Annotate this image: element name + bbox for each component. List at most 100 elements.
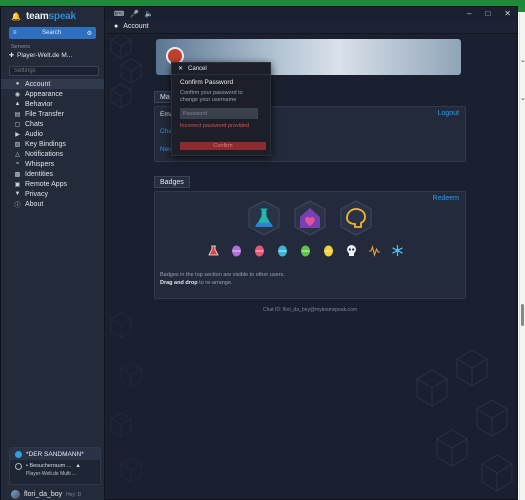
avatar[interactable]	[11, 490, 20, 499]
badge-visibility-note: Badges in the top section are visible to…	[160, 272, 285, 278]
plus-icon[interactable]: ✚	[9, 52, 14, 59]
user-row[interactable]: flori_da_boy Hey :D	[11, 490, 81, 499]
search-bar[interactable]: ≡ Search ⚙	[9, 27, 96, 39]
egg-yellow-badge-icon[interactable]	[322, 244, 335, 257]
behavior-icon: ▲	[14, 101, 21, 107]
id-icon: ▩	[14, 171, 21, 178]
badges-panel: Redeem Badges in the top section are vis…	[154, 191, 466, 299]
toolbar: ⌨ 🎤 🔈	[106, 7, 517, 20]
settings-filter-input[interactable]	[9, 66, 99, 76]
server-label: Player-Welt.de Multi ...	[26, 471, 77, 477]
menu-icon[interactable]: ≡	[13, 30, 17, 36]
badge-rearrange-note: Drag and drop to re-arrange.	[160, 280, 233, 286]
redeem-link[interactable]: Redeem	[433, 195, 459, 202]
sidebar-item-remote-apps[interactable]: ▣ Remote Apps	[1, 179, 104, 189]
speaker-icon: ▶	[15, 131, 20, 138]
user-icon: ●	[114, 23, 119, 30]
sub-channel-name: • Besucherraum ...	[26, 463, 72, 469]
server-name: Player-Welt.de M...	[17, 52, 73, 59]
username: flori_da_boy	[24, 491, 63, 498]
keyboard-icon: ▧	[14, 141, 21, 148]
bell-icon[interactable]: 🔔	[11, 12, 21, 21]
maximize-icon[interactable]: □	[485, 9, 490, 18]
connection-panel[interactable]: *DER SANDMANN* • Besucherraum ... ▲ Play…	[9, 447, 101, 485]
brain-badge-icon[interactable]	[339, 200, 373, 236]
badges-section-title: Badges	[154, 176, 190, 188]
dialog-title: Confirm Password	[180, 79, 234, 86]
skull-badge-icon[interactable]	[345, 244, 358, 257]
settings-menu: ● Account ◉ Appearance ▲ Behavior ▤ File…	[1, 79, 104, 209]
password-input[interactable]	[180, 108, 258, 119]
sidebar-item-about[interactable]: ⓘ About	[1, 199, 104, 209]
chevron-up-icon[interactable]: ▲	[75, 463, 80, 470]
close-icon[interactable]: ✕	[504, 9, 511, 18]
heart-house-badge-icon[interactable]	[293, 200, 327, 236]
page-header: ● Account	[106, 20, 517, 34]
close-icon[interactable]: ✕	[178, 65, 183, 72]
chat-icon: ▢	[14, 121, 21, 128]
whisper-icon: ≈	[15, 161, 20, 167]
user-status: Hey :D	[66, 491, 82, 498]
dialog-header: ✕ Cancel	[172, 63, 270, 75]
egg-purple-badge-icon[interactable]	[230, 244, 243, 257]
sidebar-item-whispers[interactable]: ≈ Whispers	[1, 159, 104, 169]
shield-icon: ▼	[14, 191, 21, 197]
logout-link[interactable]: Logout	[438, 110, 459, 117]
browser-background-edge: ⌄ ⌄	[519, 12, 525, 500]
logo: teamspeak	[26, 10, 76, 22]
server-item[interactable]: ✚ Player-Welt.de M...	[1, 50, 104, 59]
keyboard-icon[interactable]: ⌨	[114, 10, 124, 18]
cancel-button[interactable]: Cancel	[188, 66, 207, 72]
flask-badge-icon[interactable]	[247, 200, 281, 236]
palette-icon: ◉	[14, 91, 21, 98]
error-message: Incorrect password provided	[180, 123, 250, 129]
cube-pattern-decoration	[110, 35, 142, 109]
logo-row: 🔔 teamspeak	[1, 7, 104, 25]
cube-pattern-decoration	[110, 312, 142, 483]
teamspeak-window: 🔔 teamspeak ≡ Search ⚙ Servers ✚ Player-…	[0, 6, 518, 500]
soundwave-badge-icon[interactable]	[368, 244, 381, 257]
page-title: Account	[123, 23, 149, 30]
channel-name: *DER SANDMANN*	[26, 450, 84, 458]
scrollbar[interactable]	[521, 304, 524, 326]
sidebar-item-file-transfer[interactable]: ▤ File Transfer	[1, 109, 104, 119]
badge-list	[207, 244, 404, 257]
file-icon: ▤	[14, 111, 21, 118]
chevron-down-icon: ⌄	[520, 95, 525, 102]
servers-label: Servers	[11, 44, 30, 50]
microphone-icon[interactable]: 🎤	[130, 10, 139, 18]
sidebar-item-audio[interactable]: ▶ Audio	[1, 129, 104, 139]
sub-channel-row[interactable]: • Besucherraum ... ▲	[10, 460, 100, 470]
speaker-icon[interactable]: 🔈	[145, 10, 154, 18]
user-icon: ●	[15, 81, 20, 87]
egg-cyan-badge-icon[interactable]	[276, 244, 289, 257]
status-dot-icon	[15, 450, 22, 458]
chevron-down-icon: ⌄	[520, 57, 525, 64]
sidebar-item-identities[interactable]: ▩ Identities	[1, 169, 104, 179]
info-icon: ⓘ	[14, 202, 21, 209]
snowflake-badge-icon[interactable]	[391, 244, 404, 257]
channel-row[interactable]: *DER SANDMANN*	[10, 448, 100, 460]
sidebar-item-notifications[interactable]: △ Notifications	[1, 149, 104, 159]
dialog-description: Confirm your password to change your use…	[180, 90, 243, 103]
sidebar-item-account[interactable]: ● Account	[1, 79, 104, 89]
main-content: Ma Ema Logout Cha New Recovery Key Badge…	[106, 35, 517, 499]
confirm-button[interactable]: Confirm	[180, 142, 266, 150]
search-input[interactable]: Search	[42, 30, 61, 36]
bell-icon: △	[15, 151, 20, 158]
flask-small-badge-icon[interactable]	[207, 244, 220, 257]
gear-icon[interactable]: ⚙	[87, 30, 92, 37]
sidebar-item-key-bindings[interactable]: ▧ Key Bindings	[1, 139, 104, 149]
minimize-icon[interactable]: –	[467, 9, 471, 18]
sidebar: 🔔 teamspeak ≡ Search ⚙ Servers ✚ Player-…	[1, 7, 105, 500]
sidebar-item-behavior[interactable]: ▲ Behavior	[1, 99, 104, 109]
egg-pink-badge-icon[interactable]	[253, 244, 266, 257]
egg-green-badge-icon[interactable]	[299, 244, 312, 257]
window-controls: – □ ✕	[467, 9, 511, 18]
confirm-password-dialog: ✕ Cancel Confirm Password Confirm your p…	[171, 62, 271, 156]
chat-id-label: Chat ID: flori_da_boy@myteamspeak.com	[262, 307, 357, 313]
sidebar-item-chats[interactable]: ▢ Chats	[1, 119, 104, 129]
sidebar-item-privacy[interactable]: ▼ Privacy	[1, 189, 104, 199]
sidebar-item-appearance[interactable]: ◉ Appearance	[1, 89, 104, 99]
cube-pattern-decoration	[416, 349, 513, 492]
